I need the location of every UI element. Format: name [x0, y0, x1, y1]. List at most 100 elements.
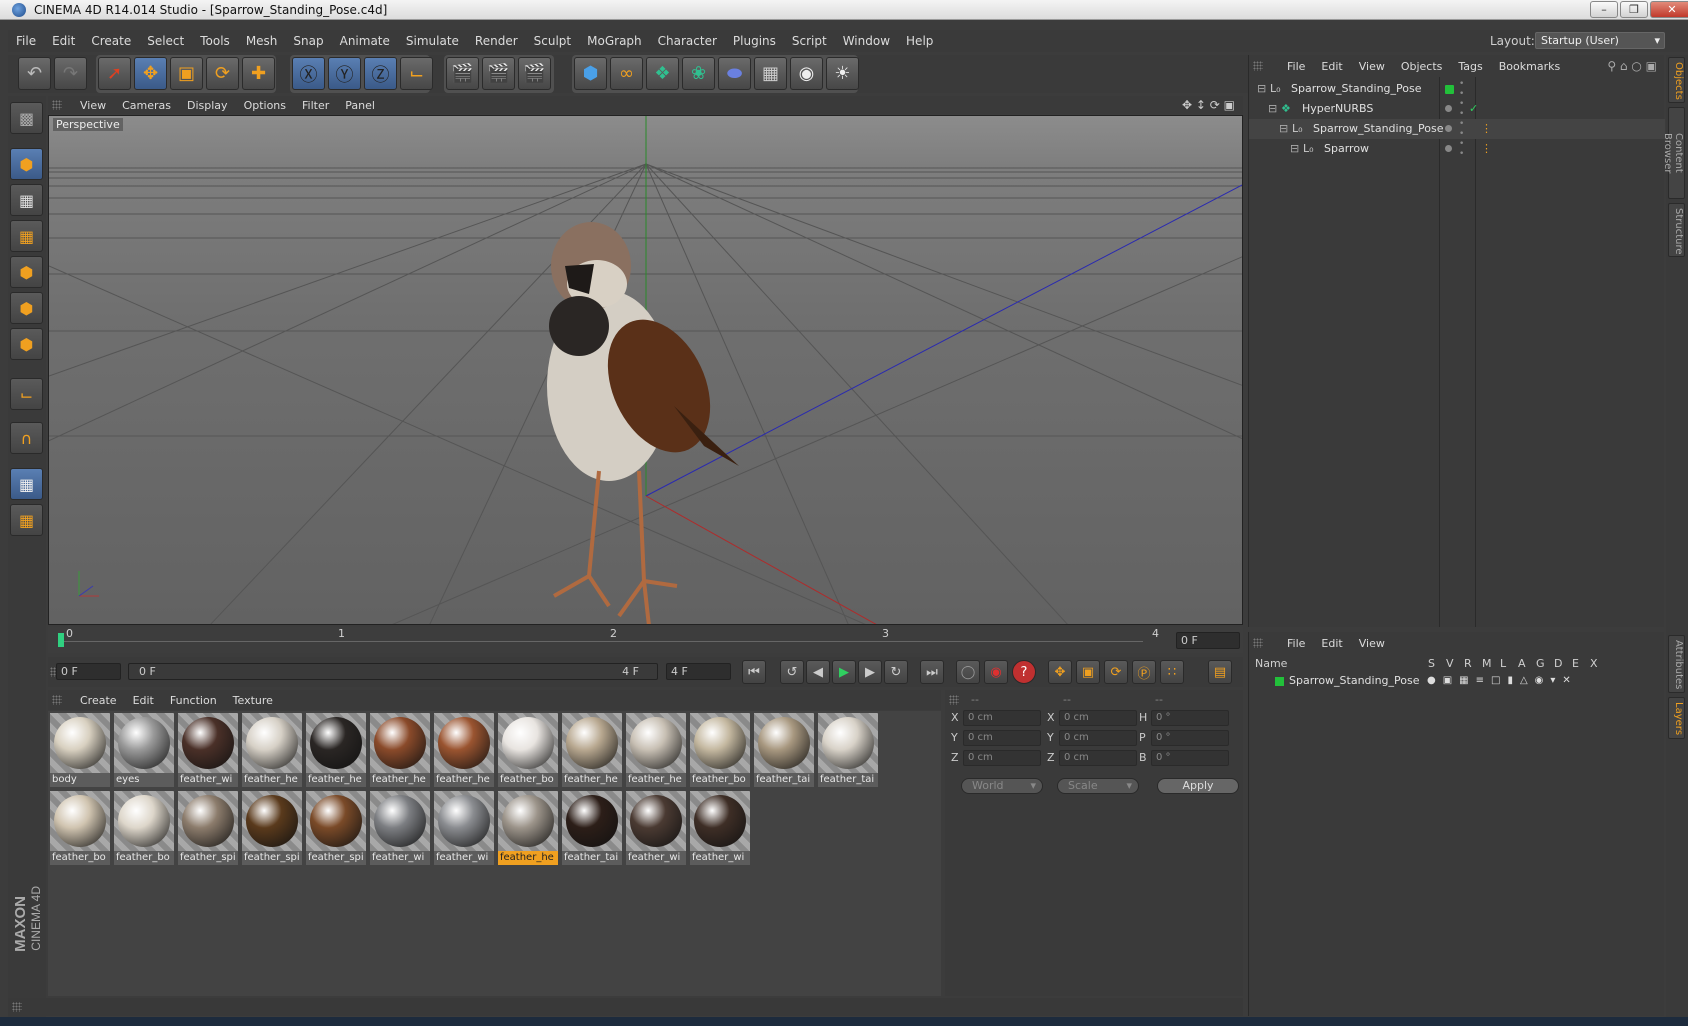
key-parameter-button[interactable]: Ⓟ: [1132, 660, 1156, 684]
material-swatch[interactable]: feather_bo: [690, 713, 750, 787]
menu-script[interactable]: Script: [784, 30, 835, 52]
menu-animate[interactable]: Animate: [332, 30, 398, 52]
deformer-button[interactable]: ⬬: [718, 57, 751, 90]
object-row[interactable]: ⊟ L₀ Sparrow_Standing_Pose • •: [1249, 79, 1665, 99]
material-swatch[interactable]: feather_wi: [178, 713, 238, 787]
coord-value-field[interactable]: 0 cm: [963, 710, 1041, 726]
edges-mode-button[interactable]: ⬢: [10, 292, 43, 324]
tag-icon[interactable]: ⋮: [1481, 119, 1492, 139]
menu-window[interactable]: Window: [835, 30, 898, 52]
planar-workplane-button[interactable]: ▦: [10, 504, 43, 536]
material-swatch[interactable]: feather_he: [626, 713, 686, 787]
preview-range-slider[interactable]: 0 F 4 F: [128, 663, 658, 680]
layer-dot-icon[interactable]: [1445, 145, 1452, 152]
viewport-menu-filter[interactable]: Filter: [294, 97, 337, 115]
objects-menu-file[interactable]: File: [1279, 56, 1313, 78]
material-swatch[interactable]: feather_tai: [818, 713, 878, 787]
tab-attributes[interactable]: Attributes: [1668, 635, 1685, 693]
scale-tool-button[interactable]: ▣: [170, 57, 203, 90]
go-to-start-button[interactable]: ⏮: [742, 660, 766, 684]
menu-sculpt[interactable]: Sculpt: [526, 30, 579, 52]
viewport-menu-cameras[interactable]: Cameras: [114, 97, 179, 115]
make-editable-button[interactable]: ▩: [10, 102, 43, 134]
material-menu-edit[interactable]: Edit: [125, 691, 162, 711]
coordinate-system-button[interactable]: ⌙: [400, 57, 433, 90]
rotate-tool-button[interactable]: ⟳: [206, 57, 239, 90]
maximize-button[interactable]: ❐: [1620, 1, 1648, 18]
visibility-dots-icon[interactable]: • •: [1459, 79, 1464, 99]
polygons-mode-button[interactable]: ⬢: [10, 328, 43, 360]
layer-column-header[interactable]: M: [1482, 656, 1492, 672]
camera-button[interactable]: ◉: [790, 57, 823, 90]
menu-edit[interactable]: Edit: [44, 30, 83, 52]
viewport-menu-panel[interactable]: Panel: [337, 97, 383, 115]
coord-value-field[interactable]: 0 cm: [1059, 730, 1137, 746]
enabled-check-icon[interactable]: ✓: [1469, 99, 1478, 119]
material-swatch[interactable]: feather_wi: [690, 791, 750, 865]
close-button[interactable]: ✕: [1650, 1, 1688, 18]
layers-menu-edit[interactable]: Edit: [1313, 633, 1350, 655]
layer-dot-icon[interactable]: [1445, 125, 1452, 132]
layer-column-header[interactable]: L: [1500, 656, 1506, 672]
model-mode-button[interactable]: ⬢: [10, 148, 43, 180]
axis-mode-button[interactable]: ⌙: [10, 378, 43, 410]
render-picture-viewer-button[interactable]: 🎬: [482, 57, 515, 90]
current-frame-field[interactable]: 0 F: [56, 663, 121, 680]
material-swatch[interactable]: feather_tai: [754, 713, 814, 787]
previous-key-button[interactable]: ↺: [780, 660, 804, 684]
material-menu-create[interactable]: Create: [72, 691, 125, 711]
layer-column-header[interactable]: X: [1590, 656, 1598, 672]
coord-value-field[interactable]: 0 °: [1151, 750, 1229, 766]
material-swatch[interactable]: feather_tai: [562, 791, 622, 865]
material-swatch[interactable]: feather_bo: [498, 713, 558, 787]
snap-button[interactable]: ∩: [10, 422, 43, 454]
points-mode-button[interactable]: ⬢: [10, 256, 43, 288]
key-pla-button[interactable]: ∷: [1160, 660, 1184, 684]
next-key-button[interactable]: ↻: [884, 660, 908, 684]
object-row[interactable]: ⊟ L₀ Sparrow_Standing_Pose • • ⋮: [1249, 119, 1665, 139]
menu-help[interactable]: Help: [898, 30, 941, 52]
layers-menu-file[interactable]: File: [1279, 633, 1313, 655]
playhead-marker[interactable]: [58, 633, 64, 647]
object-row[interactable]: ⊟ ❖ HyperNURBS • • ✓: [1249, 99, 1665, 119]
material-swatch[interactable]: feather_wi: [370, 791, 430, 865]
layer-toggle-icons[interactable]: ●▣▦≡□▮△◉▾✕: [1427, 672, 1578, 690]
material-swatch[interactable]: body: [50, 713, 110, 787]
menu-snap[interactable]: Snap: [285, 30, 331, 52]
minimize-button[interactable]: –: [1590, 1, 1618, 18]
layer-column-header[interactable]: G: [1536, 656, 1545, 672]
tag-icon[interactable]: ⋮: [1481, 139, 1492, 159]
material-swatch[interactable]: feather_spi: [178, 791, 238, 865]
texture-mode-button[interactable]: ▦: [10, 184, 43, 216]
menu-mograph[interactable]: MoGraph: [579, 30, 650, 52]
material-swatch[interactable]: feather_he: [562, 713, 622, 787]
sparrow-model[interactable]: [547, 222, 739, 625]
objects-menu-objects[interactable]: Objects: [1393, 56, 1451, 78]
material-swatch[interactable]: feather_wi: [434, 791, 494, 865]
material-swatch[interactable]: feather_he: [498, 791, 558, 865]
array-button[interactable]: ❀: [682, 57, 715, 90]
objects-search-icon[interactable]: ⚲ ⌂ ○ ▣: [1607, 55, 1657, 77]
y-axis-button[interactable]: Ⓨ: [328, 57, 361, 90]
render-settings-button[interactable]: 🎬: [518, 57, 551, 90]
autokey-button[interactable]: ◉: [984, 660, 1008, 684]
visibility-dots-icon[interactable]: • •: [1459, 119, 1464, 139]
objects-menu-tags[interactable]: Tags: [1450, 56, 1490, 78]
coord-value-field[interactable]: 0 cm: [1059, 710, 1137, 726]
menu-create[interactable]: Create: [83, 30, 139, 52]
expand-icon[interactable]: ⊟: [1268, 99, 1277, 119]
layer-dot-icon[interactable]: [1445, 105, 1452, 112]
z-axis-button[interactable]: Ⓩ: [364, 57, 397, 90]
material-swatch[interactable]: feather_spi: [306, 791, 366, 865]
layer-row[interactable]: Sparrow_Standing_Pose ●▣▦≡□▮△◉▾✕: [1249, 672, 1665, 690]
object-row[interactable]: ⊟ L₀ Sparrow • • ⋮: [1249, 139, 1665, 159]
layer-column-header[interactable]: A: [1518, 656, 1526, 672]
move-tool-button[interactable]: ✥: [134, 57, 167, 90]
render-view-button[interactable]: 🎬: [446, 57, 479, 90]
viewport-menu-display[interactable]: Display: [179, 97, 236, 115]
menu-render[interactable]: Render: [467, 30, 526, 52]
light-button[interactable]: ☀: [826, 57, 859, 90]
timeline-ruler[interactable]: 0 1 2 3 4 0 F: [48, 627, 1243, 653]
keyframe-selection-button[interactable]: ?: [1012, 660, 1036, 684]
layer-column-header[interactable]: V: [1446, 656, 1454, 672]
